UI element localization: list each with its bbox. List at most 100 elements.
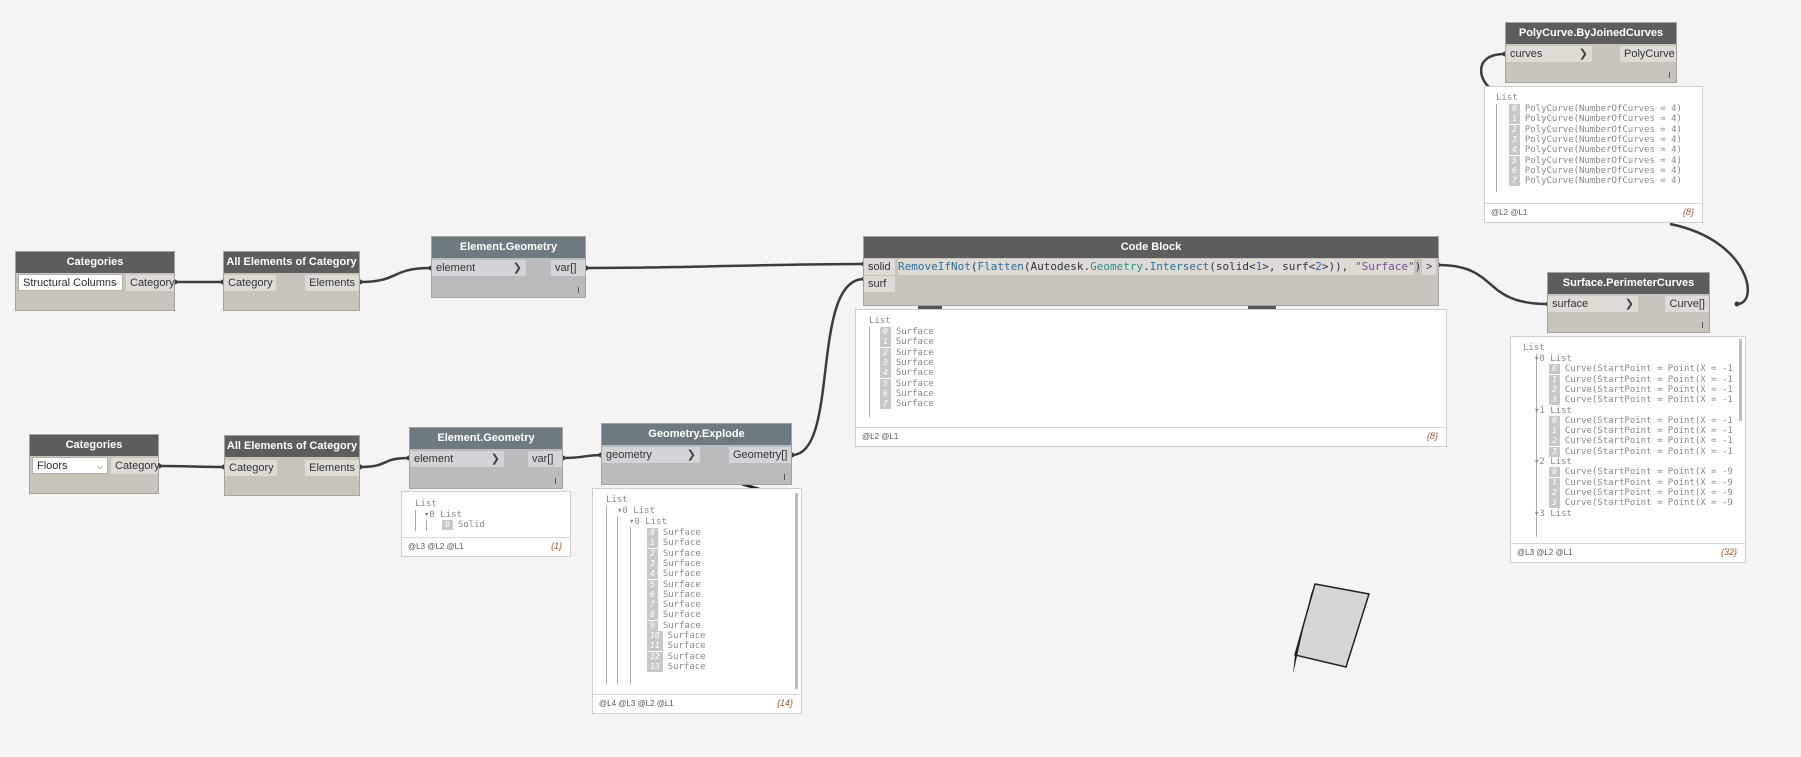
- chevron-right-icon: ❯: [512, 262, 522, 274]
- list-index: 10: [647, 631, 663, 641]
- scrollbar[interactable]: [1739, 339, 1742, 421]
- list-item: 3 Curve(StartPoint = Point(X = -1: [1549, 446, 1733, 458]
- list-value: Curve(StartPoint = Point(X = -9: [1564, 467, 1733, 478]
- list-value: PolyCurve(NumberOfCurves = 4): [1524, 104, 1682, 114]
- node-footer: [602, 472, 791, 484]
- list-value: Surface: [895, 399, 934, 410]
- list-value: Surface: [662, 610, 701, 621]
- polycurve-node[interactable]: PolyCurve.ByJoinedCurves curves ❯ PolyCu…: [1505, 22, 1677, 83]
- all-elements-node-1[interactable]: All Elements of Category Category Elemen…: [223, 251, 360, 311]
- input-port-element[interactable]: element ❯: [432, 260, 526, 276]
- list-index: 7: [647, 600, 658, 611]
- input-port-curves[interactable]: curves ❯: [1506, 46, 1592, 62]
- perimeter-curves-node[interactable]: Surface.PerimeterCurves surface ❯ Curve[…: [1547, 272, 1710, 333]
- input-port-solid[interactable]: solid: [864, 259, 895, 275]
- code-editor[interactable]: RemoveIfNot(Flatten(Autodesk.Geometry.In…: [898, 259, 1428, 275]
- node-footer: [1506, 70, 1676, 82]
- list-index: 3: [1549, 446, 1560, 457]
- output-port-polycurve[interactable]: PolyCurve: [1620, 46, 1676, 62]
- list-index: 6: [880, 388, 891, 399]
- preview-footer: @L4 @L3 @L2 @L1 {14}: [593, 694, 801, 713]
- input-port-surf[interactable]: surf: [864, 276, 895, 292]
- list-value: Curve(StartPoint = Point(X = -9: [1564, 477, 1733, 488]
- preview-geometry-explode[interactable]: List ▾0 List ▾0 List 0 Surface 1 Surface 2 Su…: [592, 488, 802, 714]
- list-value: Surface: [662, 538, 701, 549]
- list-levels: @L3 @L2 @L1: [408, 542, 464, 551]
- wire-var-to-solid: [585, 262, 865, 270]
- element-geometry-node-1[interactable]: Element.Geometry element ❯ var[]: [431, 236, 586, 298]
- input-port-geometry[interactable]: geometry ❯: [602, 447, 700, 463]
- output-port-var[interactable]: var[]: [528, 451, 562, 467]
- dropdown-value: Structural Columns: [23, 277, 117, 289]
- list-index: 4: [880, 368, 891, 379]
- item-count: {32}: [1720, 547, 1737, 557]
- list-item: 0 Solid: [442, 520, 485, 531]
- list-index: 1: [1509, 114, 1520, 125]
- list-value: Surface: [662, 620, 701, 631]
- output-port-var[interactable]: var[]: [551, 260, 585, 276]
- node-title: PolyCurve.ByJoinedCurves: [1506, 23, 1676, 44]
- geometry-explode-node[interactable]: Geometry.Explode geometry ❯ Geometry[]: [601, 423, 792, 485]
- list-value: Surface: [662, 589, 701, 600]
- preview-footer: @L2 @L1 {8}: [1485, 203, 1702, 222]
- list-item: 13 Surface: [647, 661, 706, 673]
- output-port-curves[interactable]: Curve[]: [1665, 296, 1709, 312]
- output-port-category[interactable]: Category: [111, 458, 160, 474]
- scrollbar[interactable]: [795, 493, 798, 689]
- input-port-category[interactable]: Category: [224, 275, 276, 291]
- list-levels: @L4 @L3 @L2 @L1: [599, 699, 674, 708]
- all-elements-node-2[interactable]: All Elements of Category Category Elemen…: [224, 435, 360, 496]
- element-geometry-node-2[interactable]: Element.Geometry element ❯ var[]: [409, 427, 563, 489]
- group-label: 1 List: [1539, 405, 1572, 416]
- node-title: Code Block: [864, 237, 1438, 258]
- wire-var-to-geometry: [562, 453, 602, 460]
- list-root: List: [1496, 93, 1518, 103]
- list-item: 7 PolyCurve(NumberOfCurves = 4): [1509, 176, 1682, 187]
- output-port-elements[interactable]: Elements: [305, 275, 359, 291]
- list-levels: @L3 @L2 @L1: [1517, 548, 1573, 557]
- output-port[interactable]: >: [1422, 259, 1436, 275]
- list-index: 1: [647, 538, 658, 549]
- input-port-surface[interactable]: surface ❯: [1548, 296, 1638, 312]
- list-index: 6: [647, 589, 658, 600]
- list-sub: ▾0 List: [617, 506, 655, 516]
- list-value: Surface: [895, 347, 934, 358]
- preview-code-block[interactable]: List 0 Surface 1 Surface 2 Surface 3 Surface 4 Su…: [855, 309, 1447, 447]
- preview-perimeter-curves[interactable]: List ▾0 List 0 Curve(StartPoint = Point(X …: [1510, 336, 1746, 563]
- list-value: Curve(StartPoint = Point(X = -1: [1564, 415, 1733, 426]
- list-value: PolyCurve(NumberOfCurves = 4): [1524, 165, 1682, 176]
- node-footer: [410, 476, 562, 488]
- list-index: 8: [647, 610, 658, 621]
- list-value: Surface: [667, 631, 706, 641]
- list-index: 13: [647, 661, 663, 672]
- list-index: 3: [880, 357, 891, 368]
- list-group[interactable]: ▾3 List: [1534, 509, 1572, 520]
- preview-polycurve[interactable]: List 0 PolyCurve(NumberOfCurves = 4) 1 Poly…: [1484, 86, 1703, 223]
- output-port-elements[interactable]: Elements: [305, 460, 359, 476]
- categories-node-2[interactable]: Categories Floors ⌵ Category: [29, 434, 160, 494]
- list-index: 0: [880, 327, 891, 337]
- list-value: Curve(StartPoint = Point(X = -9: [1564, 498, 1733, 509]
- list-value: PolyCurve(NumberOfCurves = 4): [1524, 145, 1682, 156]
- node-title: All Elements of Category: [225, 436, 359, 457]
- output-port-category[interactable]: Category: [126, 275, 175, 291]
- code-block-node[interactable]: Code Block solid surf RemoveIfNot(Flatte…: [863, 236, 1439, 306]
- list-root: List: [415, 499, 437, 509]
- output-port-geometry-array[interactable]: Geometry[]: [729, 447, 791, 463]
- list-index: 9: [647, 620, 658, 631]
- categories-node-1[interactable]: Categories Structural Columns ⌵ Category: [15, 251, 175, 311]
- list-value: Surface: [895, 337, 934, 348]
- port-label: element: [436, 262, 476, 274]
- chevron-down-icon: ⌵: [96, 462, 103, 471]
- list-index: 2: [1549, 436, 1560, 447]
- preview-element-geometry-2[interactable]: List ▾0 List 0 Solid @L3 @L2 @L1 {1}: [401, 491, 571, 557]
- category-dropdown[interactable]: Floors ⌵: [32, 457, 108, 474]
- input-port-category[interactable]: Category: [225, 460, 277, 476]
- list-index: 2: [1549, 487, 1560, 498]
- category-dropdown[interactable]: Structural Columns ⌵: [18, 274, 123, 291]
- item-count: {1}: [550, 541, 562, 551]
- item-count: {8}: [1682, 207, 1694, 217]
- list-root: List: [1523, 343, 1545, 353]
- list-value: Surface: [662, 569, 701, 580]
- input-port-element[interactable]: element ❯: [410, 451, 504, 467]
